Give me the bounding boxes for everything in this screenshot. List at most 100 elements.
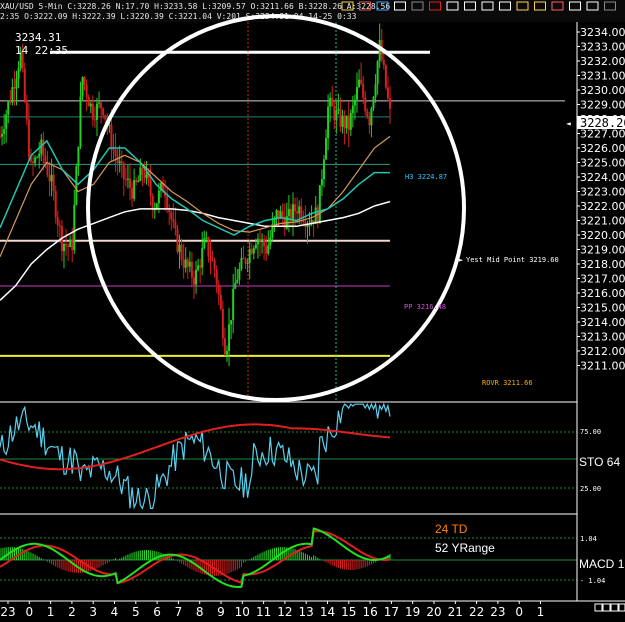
candle-body: [207, 237, 210, 257]
candle-body: [335, 110, 338, 121]
time-tick-label: 23: [490, 605, 505, 619]
candle-body: [232, 288, 235, 321]
candle-body: [184, 259, 187, 268]
candle-body: [65, 244, 68, 246]
candle-body: [201, 247, 204, 268]
candle-body: [339, 109, 342, 127]
candle-body: [263, 239, 266, 247]
candle-body: [248, 248, 251, 263]
candle-body: [325, 138, 328, 160]
candle-body: [69, 240, 72, 247]
time-tick-label: 4: [111, 605, 119, 619]
time-tick-label: 19: [405, 605, 420, 619]
chart-canvas[interactable]: XAU/USD 5-Min C:3228.26 N:17.70 H:3233.5…: [0, 0, 625, 622]
candle-body: [79, 96, 82, 147]
candle-body: [98, 102, 101, 104]
price-tick-label: 3223.00: [580, 186, 625, 199]
candle-body: [250, 248, 253, 254]
candle-body: [223, 338, 226, 355]
rovr-label: ROVR 3211.66: [482, 379, 533, 387]
candle-body: [242, 257, 245, 260]
candle-body: [118, 161, 121, 164]
candle-body: [320, 179, 323, 186]
candle-body: [244, 259, 247, 264]
candle-body: [358, 79, 361, 88]
candle-body: [287, 208, 290, 217]
candle-body: [5, 114, 8, 130]
candle-body: [27, 119, 30, 157]
candle-body: [188, 261, 191, 267]
candle-body: [133, 180, 136, 199]
price-tick-label: 3214.00: [580, 316, 625, 329]
candle-body: [151, 195, 154, 211]
candle-body: [126, 178, 129, 180]
price-tick-label: 3225.00: [580, 157, 625, 170]
candle-body: [93, 119, 96, 121]
yest-mid-label: Yest Mid Point 3219.60: [466, 256, 559, 264]
candle-body: [75, 166, 78, 205]
candle-body: [360, 79, 363, 84]
candle-body: [42, 139, 45, 156]
candle-body: [15, 78, 18, 89]
price-tick-label: 3229.00: [580, 99, 625, 112]
candle-body: [157, 190, 160, 204]
time-tick-label: 0: [25, 605, 33, 619]
candle-body: [87, 97, 90, 107]
price-tick-label: 3217.00: [580, 273, 625, 286]
current-price-arrow-icon: ◄: [566, 119, 571, 128]
candle-body: [306, 225, 309, 228]
candle-body: [252, 248, 255, 254]
candle-body: [345, 115, 348, 129]
price-readout-time: 14 22:35: [15, 44, 68, 57]
candle-body: [384, 65, 387, 88]
candle-body: [240, 257, 243, 269]
candle-body: [197, 265, 200, 270]
candle-body: [62, 244, 65, 252]
candle-body: [135, 180, 138, 183]
candle-body: [170, 212, 173, 220]
candle-body: [374, 84, 377, 98]
candle-body: [329, 97, 332, 107]
time-tick-label: 6: [153, 605, 161, 619]
chart-background: [0, 0, 625, 622]
candle-body: [351, 105, 354, 114]
candle-body: [259, 238, 261, 241]
price-tick-label: 3221.00: [580, 215, 625, 228]
time-tick-label: 1: [47, 605, 55, 619]
macd-label: MACD 1: [579, 557, 625, 571]
sto-level-low-label: 25.00: [580, 485, 601, 493]
sto-level-high-label: 75.00: [580, 428, 601, 436]
time-tick-label: 7: [175, 605, 183, 619]
candle-body: [91, 103, 94, 120]
td-label: 24 TD: [435, 522, 468, 536]
candle-body: [267, 245, 270, 254]
candle-body: [236, 279, 239, 283]
candle-body: [166, 196, 169, 209]
time-tick-label: 16: [362, 605, 377, 619]
candle-body: [292, 204, 295, 221]
candle-body: [131, 187, 134, 199]
price-tick-label: 3216.00: [580, 287, 625, 300]
macd-level-pos-label: 1.04: [580, 535, 597, 543]
candle-body: [213, 260, 216, 270]
candle-body: [372, 97, 375, 109]
candle-body: [341, 115, 344, 127]
candle-body: [77, 146, 80, 167]
candle-body: [56, 217, 59, 226]
candle-body: [110, 124, 113, 150]
price-tick-label: 3219.00: [580, 244, 625, 257]
candle-body: [176, 228, 179, 252]
time-tick-label: 2: [68, 605, 76, 619]
candle-body: [203, 238, 206, 248]
candle-body: [0, 136, 1, 138]
candle-body: [353, 99, 356, 106]
candle-body: [298, 206, 301, 214]
time-tick-label: 1: [537, 605, 545, 619]
price-axis-ticks: 3234.00 3233.003232.00 3231.003230.00 3229.…: [577, 26, 625, 373]
candle-body: [174, 221, 177, 229]
candle-body: [296, 211, 299, 214]
candle-body: [192, 277, 195, 285]
candle-body: [347, 115, 350, 130]
price-tick-label: 3213.00: [580, 331, 625, 344]
price-tick-label: 3218.00: [580, 258, 625, 271]
